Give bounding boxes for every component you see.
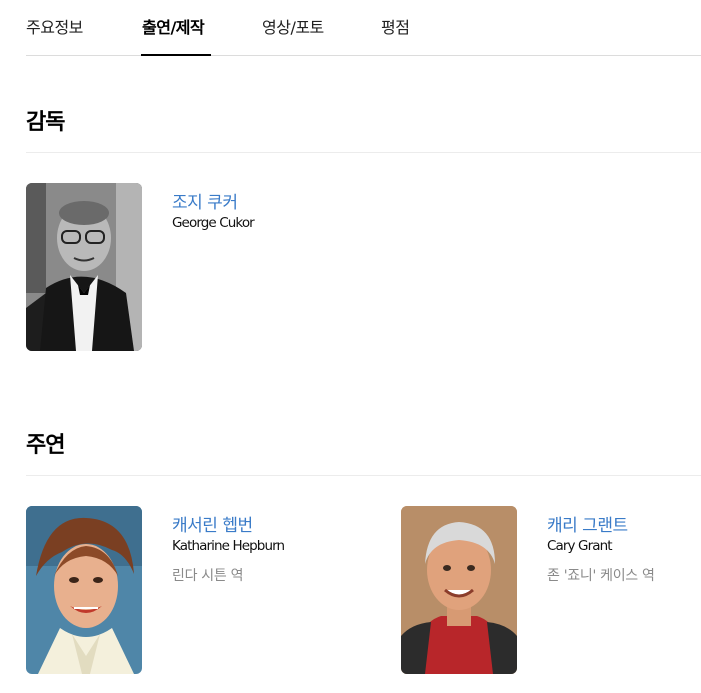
person-name-korean[interactable]: 캐리 그랜트 xyxy=(547,511,628,536)
person-name-korean[interactable]: 캐서린 헵번 xyxy=(172,511,253,536)
person-name-korean[interactable]: 조지 쿠커 xyxy=(172,188,238,213)
section-title-director: 감독 xyxy=(26,110,65,135)
person-card-cast[interactable]: 캐서린 헵번 Katharine Hepburn 린다 시튼 역 xyxy=(26,506,366,674)
person-card-director[interactable]: 조지 쿠커 George Cukor xyxy=(26,183,326,351)
person-card-cast[interactable]: 캐리 그랜트 Cary Grant 존 '죠니' 케이스 역 xyxy=(401,506,701,674)
section-title-cast: 주연 xyxy=(26,433,65,458)
person-photo[interactable] xyxy=(26,506,142,674)
person-name-english: George Cukor xyxy=(172,215,255,231)
section-divider xyxy=(26,152,701,153)
tab-video-photo[interactable]: 영상/포토 xyxy=(262,14,324,38)
active-tab-indicator xyxy=(141,54,211,56)
person-name-english: Cary Grant xyxy=(547,538,613,554)
movie-credits-page: 주요정보 출연/제작 영상/포토 평점 감독 조지 쿠커 George Cuko… xyxy=(0,0,701,693)
person-photo[interactable] xyxy=(26,183,142,351)
tab-rating[interactable]: 평점 xyxy=(381,14,410,38)
person-name-english: Katharine Hepburn xyxy=(172,538,285,554)
tab-main-info[interactable]: 주요정보 xyxy=(26,14,83,38)
person-role: 린다 시튼 역 xyxy=(172,568,244,584)
person-role: 존 '죠니' 케이스 역 xyxy=(547,568,655,584)
person-photo[interactable] xyxy=(401,506,517,674)
tab-bar: 주요정보 출연/제작 영상/포토 평점 xyxy=(26,0,701,56)
tab-cast-crew[interactable]: 출연/제작 xyxy=(142,14,205,38)
section-divider xyxy=(26,475,701,476)
